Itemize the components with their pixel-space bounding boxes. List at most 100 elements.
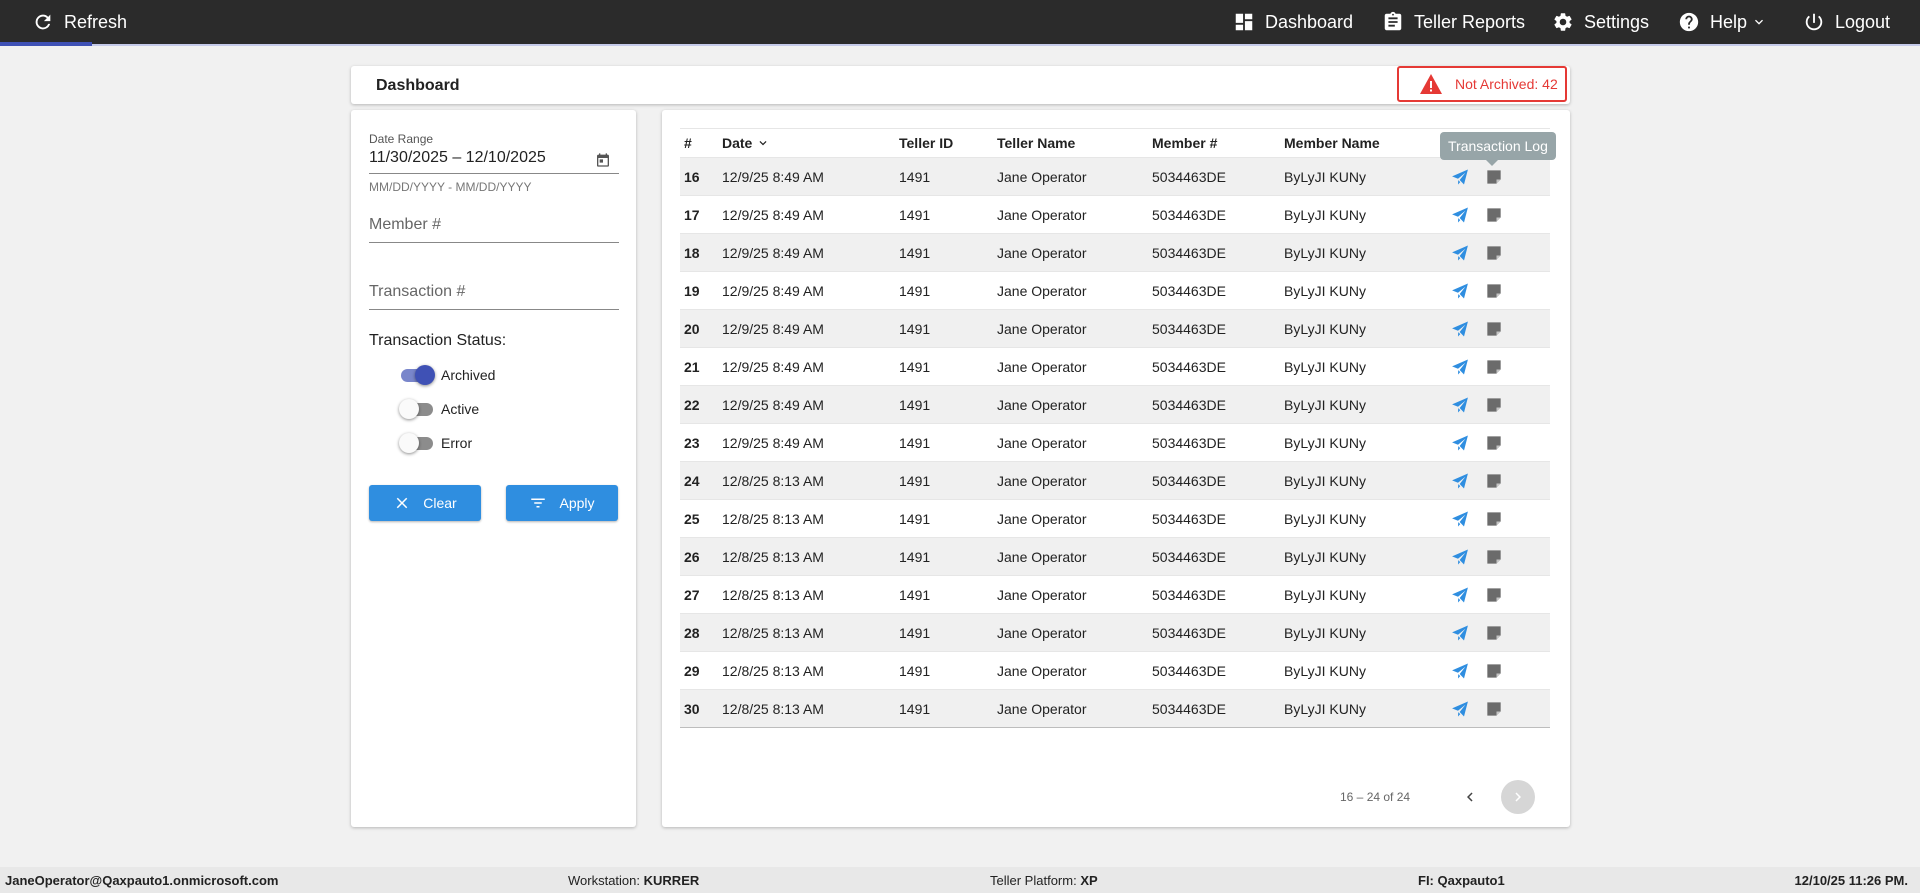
- send-icon[interactable]: [1450, 205, 1470, 225]
- col-date-label: Date: [722, 135, 753, 151]
- toggle-active[interactable]: Active: [399, 399, 479, 419]
- status-workstation: Workstation: KURRER: [568, 873, 699, 888]
- send-icon[interactable]: [1450, 433, 1470, 453]
- note-icon[interactable]: [1484, 585, 1504, 605]
- member-underline: [369, 242, 619, 243]
- transaction-input[interactable]: Transaction #: [369, 283, 619, 305]
- row-member-name: ByLyJI KUNy: [1284, 206, 1366, 223]
- row-number: 30: [684, 700, 700, 717]
- note-icon[interactable]: [1484, 623, 1504, 643]
- not-archived-alert[interactable]: Not Archived: 42: [1397, 66, 1567, 102]
- row-date: 12/8/25 8:13 AM: [722, 510, 824, 527]
- transaction-field[interactable]: Transaction #: [369, 283, 619, 310]
- note-icon[interactable]: [1484, 167, 1504, 187]
- send-icon[interactable]: [1450, 167, 1470, 187]
- note-icon[interactable]: [1484, 281, 1504, 301]
- note-icon[interactable]: [1484, 243, 1504, 263]
- nav-dashboard[interactable]: Dashboard: [1233, 0, 1353, 44]
- toggle-archived[interactable]: Archived: [399, 365, 495, 385]
- row-member-number: 5034463DE: [1152, 700, 1226, 717]
- previous-page-button[interactable]: [1453, 780, 1487, 814]
- nav-logout[interactable]: Logout: [1803, 0, 1890, 44]
- send-icon[interactable]: [1450, 509, 1470, 529]
- row-actions: [1450, 462, 1504, 499]
- row-teller-name: Jane Operator: [997, 320, 1087, 337]
- member-input[interactable]: Member #: [369, 216, 619, 238]
- send-icon[interactable]: [1450, 661, 1470, 681]
- toggle-error[interactable]: Error: [399, 433, 472, 453]
- close-icon: [397, 497, 408, 509]
- send-icon[interactable]: [1450, 547, 1470, 567]
- top-bar: Refresh Dashboard Teller Reports Setting…: [0, 0, 1920, 46]
- row-member-number: 5034463DE: [1152, 472, 1226, 489]
- col-teller-name[interactable]: Teller Name: [997, 129, 1075, 157]
- date-range-field[interactable]: Date Range 11/30/2025 – 12/10/2025 MM/DD…: [369, 132, 619, 194]
- member-field[interactable]: Member #: [369, 216, 619, 243]
- clear-button[interactable]: Clear: [369, 485, 481, 521]
- col-member-name[interactable]: Member Name: [1284, 129, 1380, 157]
- send-icon[interactable]: [1450, 281, 1470, 301]
- active-switch[interactable]: [399, 399, 435, 419]
- note-icon[interactable]: [1484, 699, 1504, 719]
- send-icon[interactable]: [1450, 585, 1470, 605]
- fi-value: Qaxpauto1: [1437, 873, 1505, 888]
- row-actions: [1450, 272, 1504, 309]
- transactions-panel: Transaction Log # Date Teller ID Teller …: [662, 110, 1570, 827]
- row-member-number: 5034463DE: [1152, 168, 1226, 185]
- note-icon[interactable]: [1484, 471, 1504, 491]
- col-number[interactable]: #: [684, 129, 692, 157]
- nav-settings[interactable]: Settings: [1552, 0, 1649, 44]
- row-date: 12/9/25 8:49 AM: [722, 396, 824, 413]
- col-date[interactable]: Date: [722, 129, 770, 157]
- error-switch[interactable]: [399, 433, 435, 453]
- row-teller-name: Jane Operator: [997, 206, 1087, 223]
- note-icon[interactable]: [1484, 395, 1504, 415]
- filter-icon: [531, 498, 546, 508]
- note-icon[interactable]: [1484, 319, 1504, 339]
- workstation-value: KURRER: [643, 873, 700, 888]
- note-icon[interactable]: [1484, 357, 1504, 377]
- nav-help[interactable]: Help: [1678, 0, 1767, 44]
- note-icon[interactable]: [1484, 661, 1504, 681]
- row-teller-id: 1491: [899, 548, 931, 565]
- send-icon[interactable]: [1450, 471, 1470, 491]
- send-icon[interactable]: [1450, 395, 1470, 415]
- pager-range: 16 – 24 of 24: [1340, 790, 1411, 804]
- date-range-value[interactable]: 11/30/2025 – 12/10/2025: [369, 149, 619, 169]
- row-actions: [1450, 614, 1504, 651]
- next-page-button[interactable]: [1501, 780, 1535, 814]
- page-title: Dashboard: [376, 77, 460, 94]
- table-row: 16 12/9/25 8:49 AM 1491 Jane Operator 503446…: [680, 158, 1550, 196]
- calendar-icon[interactable]: [595, 152, 611, 168]
- active-label: Active: [441, 401, 480, 417]
- row-member-number: 5034463DE: [1152, 206, 1226, 223]
- row-actions: [1450, 652, 1504, 689]
- transaction-log-tooltip: Transaction Log: [1440, 132, 1556, 166]
- row-actions: [1450, 386, 1504, 423]
- col-member-number[interactable]: Member #: [1152, 129, 1217, 157]
- send-icon[interactable]: [1450, 243, 1470, 263]
- chevron-left-icon: [1467, 792, 1473, 802]
- send-icon[interactable]: [1450, 699, 1470, 719]
- row-teller-name: Jane Operator: [997, 700, 1087, 717]
- note-icon[interactable]: [1484, 509, 1504, 529]
- row-date: 12/9/25 8:49 AM: [722, 168, 824, 185]
- archived-switch[interactable]: [399, 365, 435, 385]
- not-archived-count: Not Archived: 42: [1455, 76, 1558, 92]
- note-icon[interactable]: [1484, 433, 1504, 453]
- row-actions: [1450, 500, 1504, 537]
- apply-button[interactable]: Apply: [506, 485, 618, 521]
- note-icon[interactable]: [1484, 547, 1504, 567]
- note-icon[interactable]: [1484, 205, 1504, 225]
- col-teller-id[interactable]: Teller ID: [899, 129, 953, 157]
- row-teller-id: 1491: [899, 624, 931, 641]
- row-teller-id: 1491: [899, 244, 931, 261]
- refresh-button[interactable]: Refresh: [32, 0, 127, 44]
- nav-teller-reports[interactable]: Teller Reports: [1382, 0, 1525, 44]
- row-member-number: 5034463DE: [1152, 396, 1226, 413]
- table-row: 24 12/8/25 8:13 AM 1491 Jane Operator 503446…: [680, 462, 1550, 500]
- send-icon[interactable]: [1450, 357, 1470, 377]
- row-teller-id: 1491: [899, 168, 931, 185]
- send-icon[interactable]: [1450, 319, 1470, 339]
- send-icon[interactable]: [1450, 623, 1470, 643]
